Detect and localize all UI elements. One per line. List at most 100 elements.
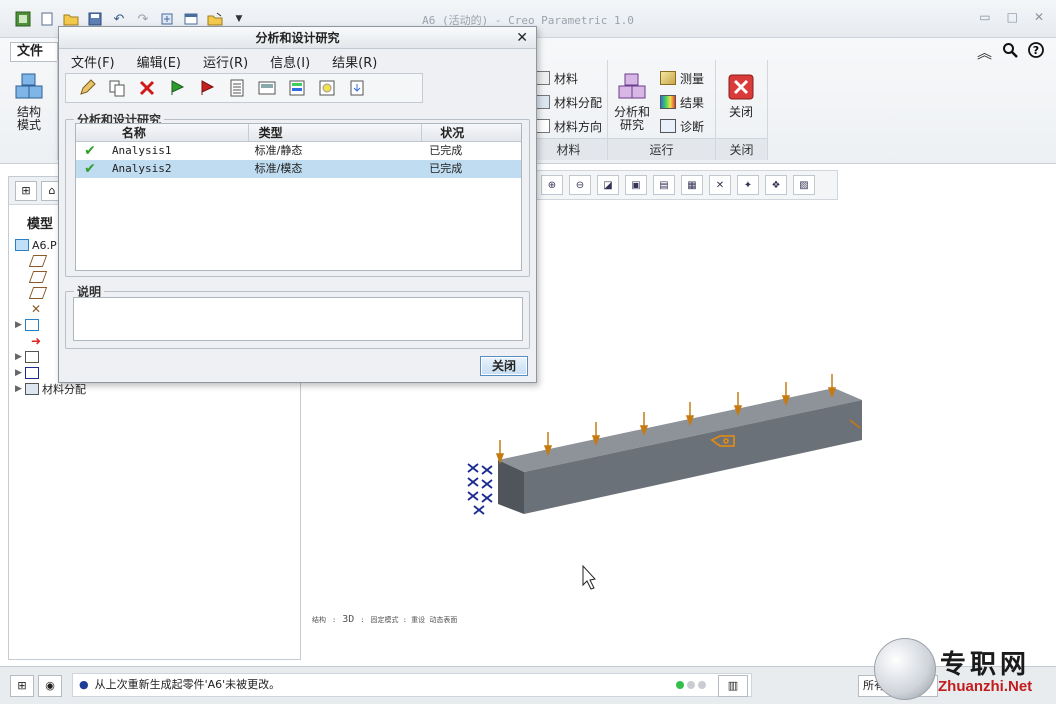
annotation-display-icon[interactable]: ▨ <box>793 175 815 195</box>
start-run-green-flag-icon[interactable] <box>166 77 188 99</box>
tree-item[interactable]: ✕ <box>31 301 48 317</box>
name-column-header[interactable]: 名称 <box>104 124 248 141</box>
dialog-close-button[interactable]: 关闭 <box>480 356 528 376</box>
navigator-toggle-icon[interactable]: ⊞ <box>10 675 34 697</box>
datum-plane-icon <box>28 255 48 267</box>
menu-results[interactable]: 结果(R) <box>332 52 377 71</box>
refit-icon[interactable]: ◪ <box>597 175 619 195</box>
material-assignment-icon <box>25 383 39 395</box>
maximize-icon[interactable]: □ <box>1007 10 1018 24</box>
result-window-icon[interactable] <box>316 77 338 99</box>
saved-views-icon[interactable]: ▤ <box>653 175 675 195</box>
status-column-header[interactable]: 状况 <box>421 124 521 141</box>
structure-cubes-icon <box>15 73 43 99</box>
measure-ruler-icon <box>660 71 676 85</box>
material-assignment-button[interactable]: 材料分配 <box>534 92 602 112</box>
export-results-icon[interactable] <box>346 77 368 99</box>
datum-plane-icon <box>28 287 48 299</box>
status-led-icon <box>676 681 684 689</box>
edit-pencil-icon[interactable] <box>76 77 98 99</box>
material-orientation-button[interactable]: 材料方向 <box>534 116 602 136</box>
status-message: 从上次重新生成起零件'A6'未被更改。 <box>94 678 281 691</box>
expand-arrow-icon[interactable]: ▶ <box>15 368 25 378</box>
network-icon[interactable]: ❖ <box>765 175 787 195</box>
menu-edit[interactable]: 编辑(E) <box>137 52 181 71</box>
model-tree-tab-icon[interactable]: ⊞ <box>15 181 37 201</box>
watermark-ball-icon <box>874 638 936 700</box>
zoom-out-icon[interactable]: ⊖ <box>569 175 591 195</box>
display-style-icon[interactable]: ▣ <box>625 175 647 195</box>
viewport-info: 结构 : 3D : 固定模式 : 重设 动态表面 <box>312 614 458 625</box>
ribbon-right-tools: ︽ ? <box>977 42 1044 63</box>
diagnostics-button[interactable]: 诊断 <box>660 116 704 136</box>
status-list-icon[interactable] <box>226 77 248 99</box>
close-icon[interactable]: ✕ <box>1034 10 1044 24</box>
tree-item[interactable]: ▶ <box>15 365 42 381</box>
view-manager-icon[interactable]: ▦ <box>681 175 703 195</box>
tree-item[interactable]: ➜ <box>31 333 48 349</box>
dialog-close-icon[interactable]: ✕ <box>516 27 528 49</box>
display-study-icon[interactable] <box>256 77 278 99</box>
minimize-icon[interactable]: ▭ <box>979 10 990 24</box>
watermark-chinese: 专职网 <box>940 650 1031 680</box>
tree-item[interactable]: ▶ <box>15 349 42 365</box>
study-type: 标准/静态 <box>254 144 303 157</box>
studies-table: 名称 类型 状况 ✔ Analysis1 标准/静态 已完成 ✔ Analysi… <box>75 123 522 271</box>
type-column-header[interactable]: 类型 <box>247 124 422 141</box>
tree-item-label: 材料分配 <box>42 383 86 396</box>
expand-arrow-icon[interactable]: ▶ <box>15 352 25 362</box>
constraints-icon <box>25 367 39 379</box>
structure-mode-button[interactable]: 结构 模式 <box>14 72 44 132</box>
message-area: ● 从上次重新生成起零件'A6'未被更改。 <box>72 673 752 697</box>
browser-toggle-icon[interactable]: ◉ <box>38 675 62 697</box>
tree-item[interactable] <box>28 269 48 285</box>
review-results-icon[interactable] <box>286 77 308 99</box>
menu-info[interactable]: 信息(I) <box>270 52 310 71</box>
tree-item[interactable] <box>28 285 48 301</box>
results-button[interactable]: 结果 <box>660 92 704 112</box>
measure-button[interactable]: 测量 <box>660 68 704 88</box>
material-button[interactable]: 材料 <box>534 68 578 88</box>
menu-run[interactable]: 运行(R) <box>203 52 248 71</box>
material-group: 材料 材料分配 材料方向 材料 <box>530 60 608 160</box>
expand-arrow-icon[interactable]: ▶ <box>15 320 25 330</box>
analysis-and-studies-button[interactable]: 分析和 研究 <box>614 72 650 132</box>
results-label: 结果 <box>680 95 705 110</box>
material-assignment-label: 材料分配 <box>554 95 603 110</box>
delete-red-x-icon[interactable] <box>136 77 158 99</box>
stop-run-red-flag-icon[interactable] <box>196 77 218 99</box>
insert-here-arrow-icon: ➜ <box>31 334 42 348</box>
structure-group: 结构 模式 <box>8 60 58 160</box>
tree-item-material-assignment[interactable]: ▶ 材料分配 <box>15 381 86 397</box>
watermark-english: Zhuanzhi.Net <box>938 678 1033 695</box>
material-orientation-label: 材料方向 <box>554 119 603 134</box>
file-tab[interactable]: 文件 <box>10 42 58 62</box>
help-icon[interactable]: ? <box>1028 42 1044 63</box>
structure-mode-label: 结构 模式 <box>16 105 41 132</box>
analysis-and-studies-label: 分析和 研究 <box>614 105 651 132</box>
table-row[interactable]: ✔ Analysis1 标准/静态 已完成 <box>76 142 521 160</box>
material-group-label: 材料 <box>530 138 607 160</box>
table-row-selected[interactable]: ✔ Analysis2 标准/模态 已完成 <box>76 160 521 178</box>
study-status: 已完成 <box>429 162 463 175</box>
material-label: 材料 <box>554 71 579 86</box>
collapse-ribbon-icon[interactable]: ︽ <box>977 42 992 63</box>
search-icon[interactable] <box>1002 42 1018 63</box>
simulation-display-icon[interactable]: ✦ <box>737 175 759 195</box>
close-red-x-icon <box>728 74 754 100</box>
close-mode-button[interactable]: 关闭 <box>726 72 756 119</box>
tree-item[interactable]: ▶ <box>15 317 42 333</box>
menu-file[interactable]: 文件(F) <box>71 52 115 71</box>
description-text-area[interactable] <box>73 297 523 341</box>
window-controls: ▭ □ ✕ <box>979 10 1044 24</box>
viewport-settings: 固定模式 : 重设 动态表面 <box>370 616 458 624</box>
tree-root[interactable]: A6.P <box>15 237 57 253</box>
selection-tool-icon[interactable]: ▥ <box>718 675 748 697</box>
zoom-in-icon[interactable]: ⊕ <box>541 175 563 195</box>
extrude-icon <box>25 319 39 331</box>
expand-arrow-icon[interactable]: ▶ <box>15 384 25 394</box>
tree-item[interactable] <box>28 253 48 269</box>
datum-display-icon[interactable]: ✕ <box>709 175 731 195</box>
copy-icon[interactable] <box>106 77 128 99</box>
dialog-title-bar[interactable]: 分析和设计研究 ✕ <box>59 27 536 49</box>
